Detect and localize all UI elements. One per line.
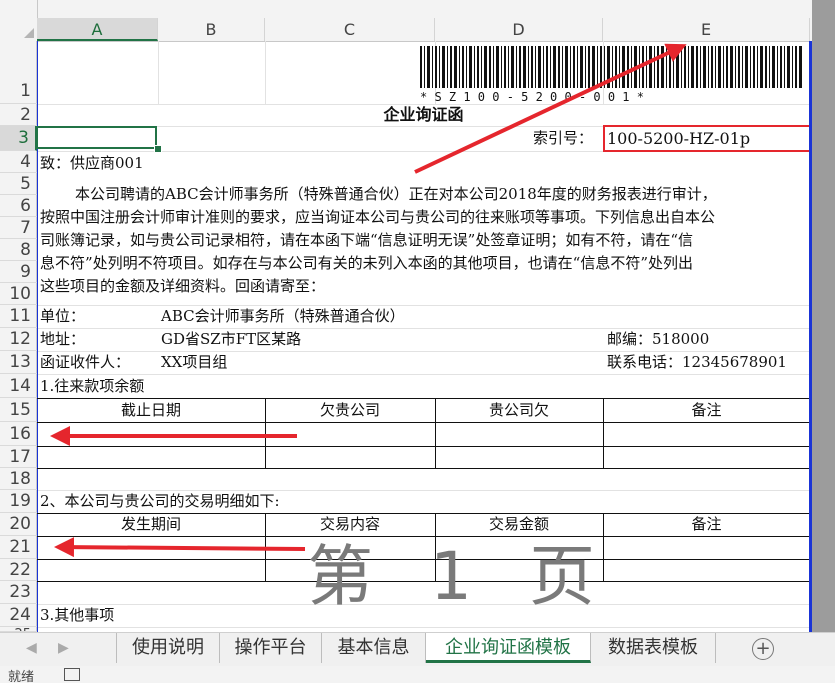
status-bar: 就绪 — [0, 666, 835, 685]
add-sheet-icon[interactable]: + — [752, 638, 774, 660]
spreadsheet-area: A B C D E 1 2 3 4 5 6 7 8 9 10 11 12 13 … — [0, 0, 835, 632]
tab-confirmation-template[interactable]: 企业询证函模板 — [426, 633, 591, 663]
tab-instructions[interactable]: 使用说明 — [116, 633, 220, 663]
tab-scroll-right-icon[interactable]: ▶ — [58, 640, 69, 656]
annotation-arrows — [50, 43, 687, 558]
tab-data-template[interactable]: 数据表模板 — [591, 633, 716, 663]
tab-operation-platform[interactable]: 操作平台 — [220, 633, 322, 663]
tab-basic-info[interactable]: 基本信息 — [322, 633, 426, 663]
tab-scroll-left-icon[interactable]: ◀ — [26, 640, 37, 656]
status-text: 就绪 — [8, 670, 35, 685]
arrow-to-barcode-icon — [414, 43, 687, 174]
outside-print-area — [812, 0, 835, 632]
sheet-tab-bar: ◀ ▶ 使用说明 操作平台 基本信息 企业询证函模板 数据表模板 + — [0, 632, 835, 666]
arrow-row21-icon — [54, 537, 306, 558]
macro-record-icon[interactable] — [64, 668, 80, 681]
